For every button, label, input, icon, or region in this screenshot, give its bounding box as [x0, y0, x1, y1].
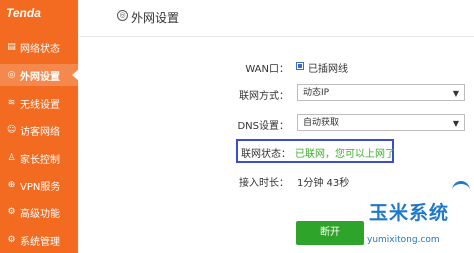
sidebar-item-label: 外网设置	[20, 71, 60, 83]
sidebar-item-label: 访客网络	[20, 126, 60, 138]
connection-type-label: 联网方式：	[239, 91, 289, 102]
guest-icon: ☺	[6, 124, 17, 135]
sidebar-item-wireless[interactable]: ≋ 无线设置	[0, 92, 78, 114]
wan-port-value: 已插网线	[308, 64, 348, 75]
wan-port-label: WAN口：	[245, 64, 289, 75]
sidebar-item-advanced[interactable]: ⚙ 高级功能	[0, 201, 78, 223]
connection-status-value: 已联网，您可以上网了	[295, 149, 395, 160]
connection-type-select[interactable]: 动态IP ▼	[297, 84, 465, 101]
page-title: 外网设置	[131, 11, 180, 25]
sidebar-item-label: 系统管理	[20, 236, 60, 248]
duration-value: 1分钟 43秒	[297, 178, 350, 189]
sidebar-item-label: 无线设置	[20, 99, 60, 111]
sidebar-item-parental-control[interactable]: ♙ 家长控制	[0, 147, 78, 169]
chevron-down-icon: ▼	[452, 119, 459, 128]
sidebar-item-network-status[interactable]: ▤ 网络状态	[0, 36, 78, 58]
connection-type-value: 动态IP	[303, 88, 330, 98]
page-header: ◎ 外网设置	[79, 0, 474, 37]
sidebar-item-system[interactable]: ⚙ 系统管理	[0, 229, 78, 251]
main-panel: ◎ 外网设置 WAN口： 已插网线 联网方式： 动态IP ▼ DNS设置： 自动…	[79, 0, 474, 253]
sidebar-item-label: 高级功能	[20, 208, 60, 220]
sidebar-item-guest-network[interactable]: ☺ 访客网络	[0, 119, 78, 141]
sidebar-item-label: 网络状态	[20, 43, 60, 55]
advanced-icon: ⚙	[7, 206, 16, 217]
globe-icon: ◎	[117, 10, 128, 21]
dns-label: DNS设置：	[237, 121, 289, 132]
disconnect-button[interactable]: 断开	[296, 221, 364, 245]
chevron-down-icon: ▼	[452, 89, 459, 98]
sidebar-item-vpn[interactable]: ⊕ VPN服务	[0, 174, 78, 196]
dns-value: 自动获取	[303, 118, 340, 128]
globe-icon: ◎	[7, 69, 16, 80]
parental-icon: ♙	[7, 152, 16, 163]
vpn-icon: ⊕	[7, 179, 16, 190]
dns-select[interactable]: 自动获取 ▼	[297, 114, 465, 131]
status-icon: ▤	[7, 41, 16, 52]
wan-status-indicator	[296, 62, 304, 70]
watermark-arc	[452, 181, 470, 200]
sidebar-item-wan-settings[interactable]: ◎ 外网设置	[0, 64, 79, 86]
tenda-logo: Tenda	[6, 6, 41, 20]
watermark-url: yumixitong.com	[367, 235, 440, 245]
connection-status-label: 联网状态：	[241, 149, 291, 160]
system-icon: ⚙	[7, 234, 16, 245]
sidebar-item-label: 家长控制	[20, 154, 60, 166]
sidebar: Tenda ▤ 网络状态 ◎ 外网设置 ≋ 无线设置 ☺ 访客网络 ♙ 家长控制…	[0, 0, 79, 253]
wifi-icon: ≋	[7, 97, 16, 108]
sidebar-item-label: VPN服务	[20, 181, 61, 193]
duration-label: 接入时长：	[239, 178, 289, 189]
watermark-title: 玉米系统	[369, 202, 450, 224]
